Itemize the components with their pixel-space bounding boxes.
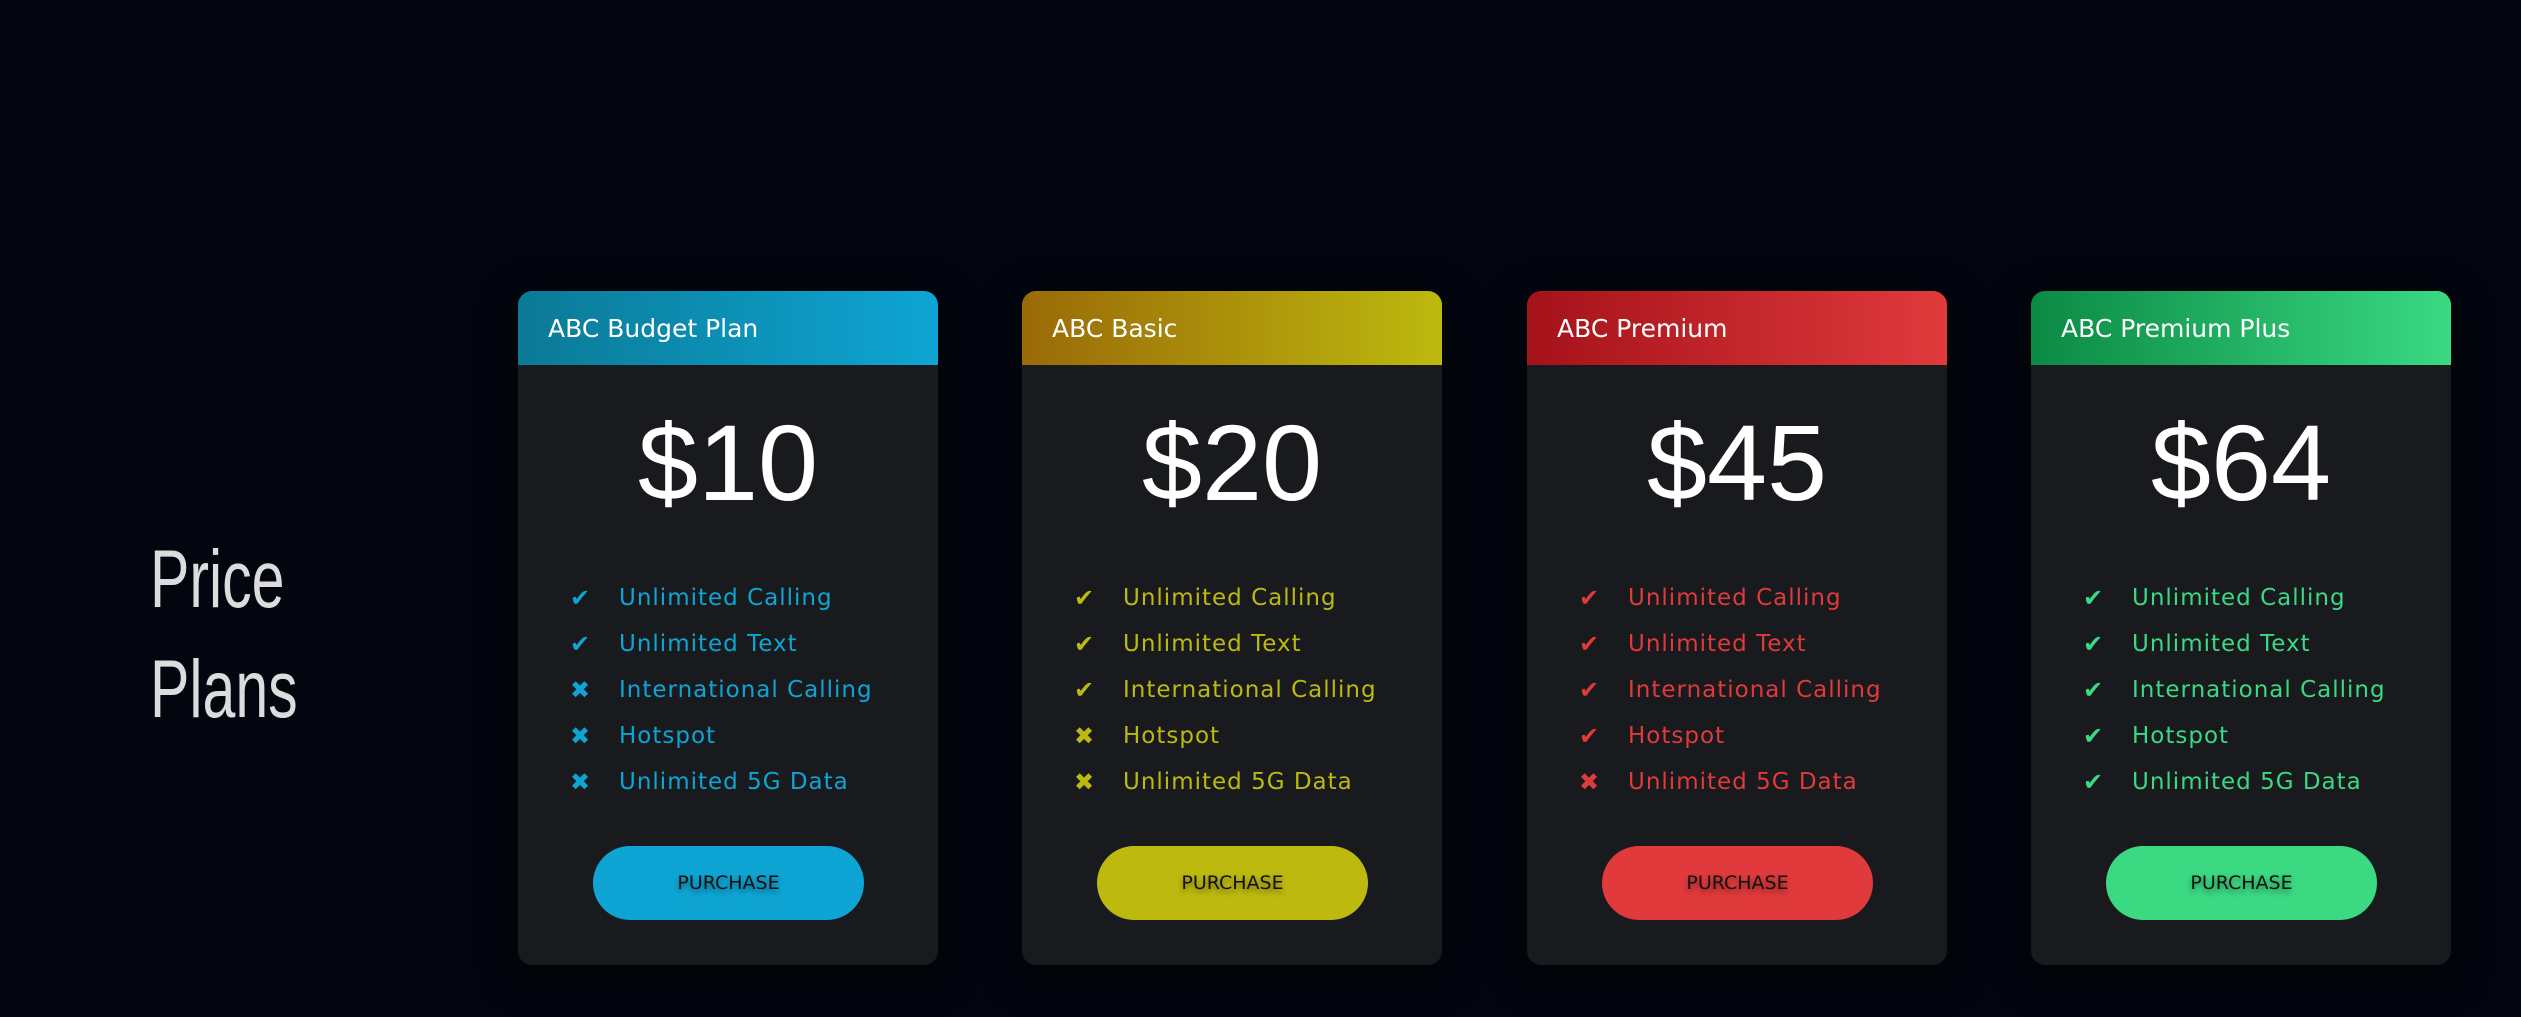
feature-item: ✔ Unlimited Text	[2083, 621, 2451, 667]
plan-card: ABC Basic $20 ✔ Unlimited Calling ✔ Unli…	[1022, 291, 1442, 965]
feature-label: Unlimited Text	[2132, 631, 2311, 657]
plan-name: ABC Basic	[1052, 313, 1178, 343]
plan-header: ABC Budget Plan	[518, 291, 938, 365]
feature-label: Unlimited Calling	[619, 585, 833, 611]
feature-label: Hotspot	[1123, 723, 1221, 749]
plan-price: $45	[1646, 402, 1828, 523]
feature-label: Unlimited Calling	[1123, 585, 1337, 611]
plan-card: ABC Premium $45 ✔ Unlimited Calling ✔ Un…	[1527, 291, 1947, 965]
purchase-button[interactable]: PURCHASE	[1602, 846, 1873, 920]
feature-item: ✖ Unlimited 5G Data	[1074, 759, 1442, 805]
plan-price: $10	[637, 402, 819, 523]
check-icon: ✔	[570, 584, 592, 612]
check-icon: ✔	[1579, 676, 1601, 704]
feature-item: ✔ Unlimited Calling	[1074, 575, 1442, 621]
plan-header: ABC Premium	[1527, 291, 1947, 365]
x-icon: ✖	[1074, 722, 1096, 750]
x-icon: ✖	[1579, 768, 1601, 796]
plan-price: $64	[2150, 402, 2332, 523]
feature-item: ✔ Unlimited Text	[1074, 621, 1442, 667]
feature-label: Unlimited Text	[1123, 631, 1302, 657]
feature-item: ✔ Unlimited 5G Data	[2083, 759, 2451, 805]
feature-label: Unlimited Calling	[2132, 585, 2346, 611]
feature-item: ✔ Unlimited Text	[570, 621, 938, 667]
title-line-2: Plans	[150, 644, 298, 735]
plan-name: ABC Premium	[1557, 313, 1728, 343]
check-icon: ✔	[2083, 722, 2105, 750]
plan-header: ABC Basic	[1022, 291, 1442, 365]
feature-label: Unlimited Text	[619, 631, 798, 657]
x-icon: ✖	[570, 768, 592, 796]
check-icon: ✔	[2083, 676, 2105, 704]
check-icon: ✔	[1074, 584, 1096, 612]
feature-list: ✔ Unlimited Calling ✔ Unlimited Text ✔ I…	[1527, 575, 1947, 805]
feature-label: Unlimited Calling	[1628, 585, 1842, 611]
feature-label: Unlimited 5G Data	[1628, 769, 1858, 795]
feature-item: ✖ Hotspot	[570, 713, 938, 759]
feature-item: ✔ International Calling	[2083, 667, 2451, 713]
feature-item: ✔ Unlimited Calling	[2083, 575, 2451, 621]
feature-item: ✔ Unlimited Calling	[570, 575, 938, 621]
feature-label: Hotspot	[2132, 723, 2230, 749]
purchase-button[interactable]: PURCHASE	[1097, 846, 1368, 920]
plan-price: $20	[1141, 402, 1323, 523]
check-icon: ✔	[1074, 630, 1096, 658]
feature-label: Unlimited 5G Data	[619, 769, 849, 795]
purchase-button[interactable]: PURCHASE	[2106, 846, 2377, 920]
check-icon: ✔	[1579, 630, 1601, 658]
x-icon: ✖	[570, 676, 592, 704]
check-icon: ✔	[2083, 630, 2105, 658]
feature-label: Hotspot	[619, 723, 717, 749]
feature-item: ✔ Hotspot	[2083, 713, 2451, 759]
page-title: Price Plans	[150, 525, 298, 745]
plan-name: ABC Premium Plus	[2061, 313, 2291, 343]
feature-item: ✔ International Calling	[1579, 667, 1947, 713]
feature-label: International Calling	[1123, 677, 1377, 703]
feature-item: ✔ International Calling	[1074, 667, 1442, 713]
check-icon: ✔	[2083, 584, 2105, 612]
check-icon: ✔	[1579, 722, 1601, 750]
feature-label: Unlimited 5G Data	[2132, 769, 2362, 795]
feature-label: Unlimited Text	[1628, 631, 1807, 657]
feature-item: ✔ Hotspot	[1579, 713, 1947, 759]
feature-label: International Calling	[619, 677, 873, 703]
plan-header: ABC Premium Plus	[2031, 291, 2451, 365]
feature-item: ✖ International Calling	[570, 667, 938, 713]
check-icon: ✔	[1074, 676, 1096, 704]
x-icon: ✖	[1074, 768, 1096, 796]
title-line-1: Price	[150, 534, 285, 625]
purchase-button[interactable]: PURCHASE	[593, 846, 864, 920]
feature-list: ✔ Unlimited Calling ✔ Unlimited Text ✖ I…	[518, 575, 938, 805]
feature-label: International Calling	[1628, 677, 1882, 703]
check-icon: ✔	[570, 630, 592, 658]
x-icon: ✖	[570, 722, 592, 750]
plan-card: ABC Budget Plan $10 ✔ Unlimited Calling …	[518, 291, 938, 965]
plan-name: ABC Budget Plan	[548, 313, 759, 343]
feature-item: ✖ Hotspot	[1074, 713, 1442, 759]
feature-list: ✔ Unlimited Calling ✔ Unlimited Text ✔ I…	[1022, 575, 1442, 805]
feature-list: ✔ Unlimited Calling ✔ Unlimited Text ✔ I…	[2031, 575, 2451, 805]
feature-label: International Calling	[2132, 677, 2386, 703]
check-icon: ✔	[2083, 768, 2105, 796]
feature-label: Unlimited 5G Data	[1123, 769, 1353, 795]
feature-item: ✔ Unlimited Text	[1579, 621, 1947, 667]
plan-card: ABC Premium Plus $64 ✔ Unlimited Calling…	[2031, 291, 2451, 965]
feature-item: ✔ Unlimited Calling	[1579, 575, 1947, 621]
feature-item: ✖ Unlimited 5G Data	[1579, 759, 1947, 805]
feature-label: Hotspot	[1628, 723, 1726, 749]
feature-item: ✖ Unlimited 5G Data	[570, 759, 938, 805]
check-icon: ✔	[1579, 584, 1601, 612]
